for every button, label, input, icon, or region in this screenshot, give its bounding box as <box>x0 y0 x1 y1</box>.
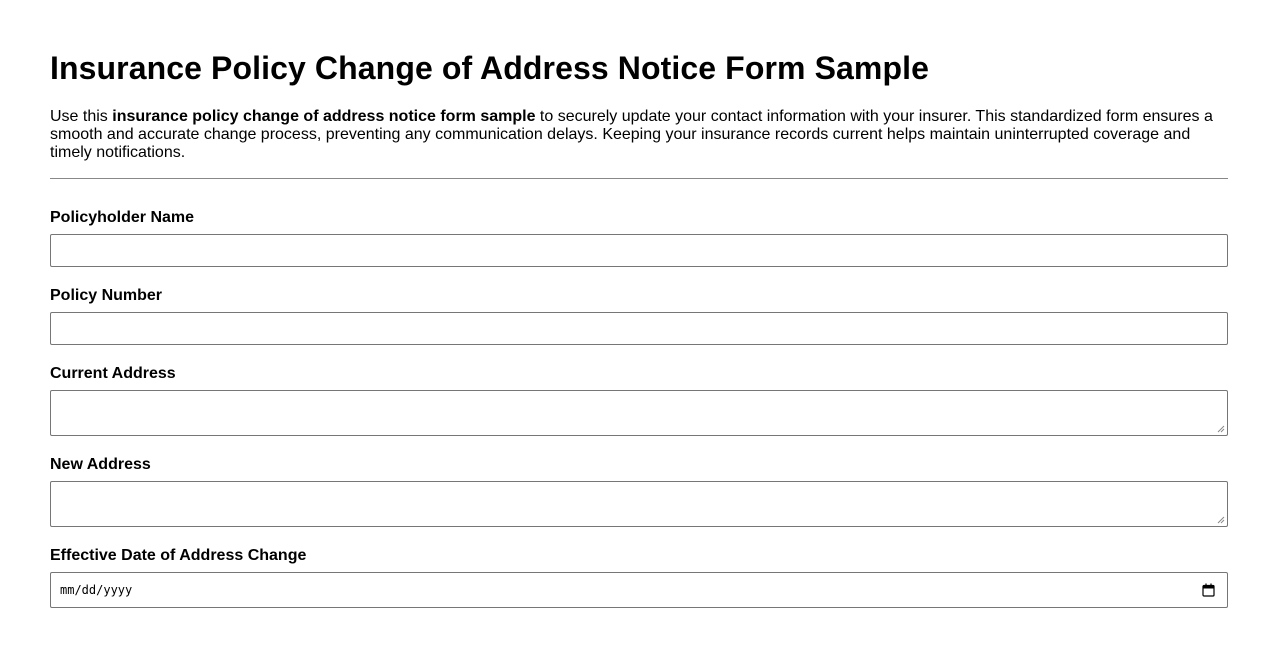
page-title: Insurance Policy Change of Address Notic… <box>50 50 930 86</box>
divider <box>50 178 1228 179</box>
policyholder-name-group: Policyholder Name <box>50 209 1228 267</box>
new-address-group: New Address <box>50 456 1228 527</box>
date-placeholder: mm/dd/yyyy <box>60 583 133 597</box>
effective-date-group: Effective Date of Address Change mm/dd/y… <box>50 547 1228 608</box>
policyholder-name-label: Policyholder Name <box>50 209 195 226</box>
policy-number-input[interactable] <box>50 312 1228 345</box>
resize-handle-icon[interactable] <box>1217 516 1225 524</box>
current-address-group: Current Address <box>50 365 1228 436</box>
policyholder-name-input[interactable] <box>50 234 1228 267</box>
intro-bold: insurance policy change of address notic… <box>112 108 536 125</box>
policy-number-label: Policy Number <box>50 287 163 304</box>
calendar-icon[interactable] <box>1202 583 1215 597</box>
intro-prefix: Use this <box>50 108 113 125</box>
intro-paragraph: Use this insurance policy change of addr… <box>50 108 1228 162</box>
page: Insurance Policy Change of Address Notic… <box>50 0 1228 608</box>
policy-number-group: Policy Number <box>50 287 1228 345</box>
current-address-textarea[interactable] <box>50 390 1228 436</box>
effective-date-input[interactable]: mm/dd/yyyy <box>50 572 1228 608</box>
current-address-label: Current Address <box>50 365 176 382</box>
effective-date-label: Effective Date of Address Change <box>50 547 307 564</box>
resize-handle-icon[interactable] <box>1217 425 1225 433</box>
new-address-label: New Address <box>50 456 151 473</box>
new-address-textarea[interactable] <box>50 481 1228 527</box>
